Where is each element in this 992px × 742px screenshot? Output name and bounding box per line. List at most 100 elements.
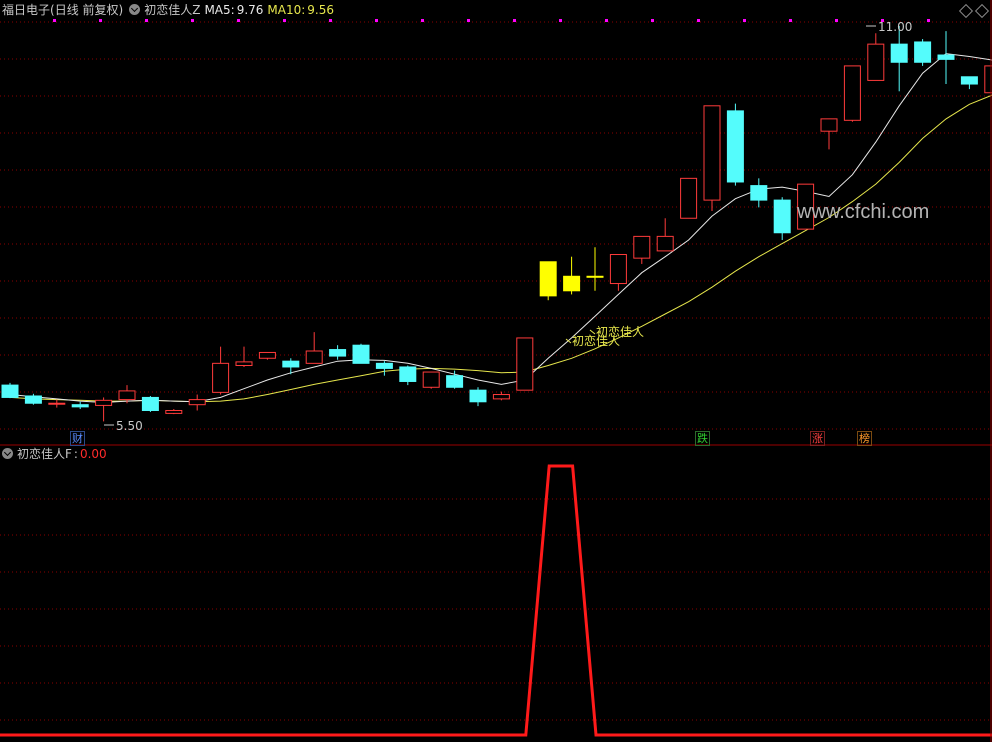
- chart-canvas: 11.00 5.50 初恋佳人 初恋佳人: [0, 0, 992, 742]
- ma5-label: MA5:: [204, 3, 235, 17]
- candle[interactable]: [258, 351, 276, 360]
- ma10-label: MA10:: [267, 3, 306, 17]
- candle-body: [375, 362, 393, 369]
- candle[interactable]: [399, 365, 417, 386]
- candle[interactable]: [960, 76, 978, 90]
- candle-body: [867, 43, 885, 81]
- flag-rank[interactable]: 榜: [857, 431, 872, 446]
- candle[interactable]: [703, 105, 721, 211]
- candle-body: [960, 76, 978, 85]
- candle-body: [773, 199, 791, 234]
- stock-title: 福日电子: [2, 3, 51, 17]
- candle-body: [890, 43, 908, 63]
- candle[interactable]: [633, 235, 651, 264]
- candle[interactable]: [914, 39, 932, 66]
- dot-marker: [789, 19, 792, 22]
- dot-marker: [651, 19, 654, 22]
- candle[interactable]: [71, 401, 89, 410]
- flag-financial[interactable]: 财: [70, 431, 85, 446]
- candle[interactable]: [656, 218, 674, 252]
- candle[interactable]: [352, 343, 370, 364]
- signal-label-2: 初恋佳人: [596, 324, 644, 339]
- candle-body: [422, 371, 440, 388]
- candle-body: [258, 351, 276, 359]
- candle[interactable]: [95, 397, 113, 422]
- candle[interactable]: [726, 103, 744, 186]
- dot-marker: [605, 19, 608, 22]
- candle[interactable]: [422, 371, 440, 389]
- candle-body: [282, 360, 300, 368]
- candle[interactable]: [750, 178, 768, 208]
- indicator-F-line: [0, 464, 992, 737]
- candle-body: [750, 185, 768, 201]
- ma10-value: 9.56: [307, 3, 334, 17]
- adjust-mode[interactable]: (日线 前复权): [50, 3, 123, 17]
- dot-marker: [375, 19, 378, 22]
- dot-marker: [743, 19, 746, 22]
- candle-body: [843, 65, 861, 121]
- candle[interactable]: [329, 345, 347, 360]
- flag-fall[interactable]: 跌: [695, 431, 710, 446]
- sub-indicator-separator: :: [73, 447, 78, 461]
- candle-body: [609, 254, 627, 285]
- watermark-text: www.cfchi.com: [797, 201, 930, 223]
- candle[interactable]: [165, 409, 183, 415]
- candle[interactable]: [890, 26, 908, 92]
- candle-body: [469, 389, 487, 403]
- candle-body: [1, 384, 19, 398]
- candle-body: [399, 366, 417, 382]
- sub-indicator-name[interactable]: 初恋佳人F: [17, 447, 72, 461]
- candle[interactable]: [24, 393, 42, 405]
- candle[interactable]: [1, 382, 19, 399]
- candle-body: [516, 337, 534, 391]
- candle[interactable]: [375, 361, 393, 376]
- main-panel-header: 福日电子(日线 前复权) 初恋佳人Z MA5: 9.76 MA10: 9.56: [0, 0, 338, 20]
- candle-body: [71, 404, 89, 408]
- candle[interactable]: [212, 346, 230, 395]
- dot-marker: [421, 19, 424, 22]
- candle[interactable]: [937, 31, 955, 85]
- candle-body: [352, 344, 370, 364]
- candle[interactable]: [609, 254, 627, 291]
- candle-body: [188, 399, 206, 406]
- candle[interactable]: [141, 395, 159, 412]
- dot-marker: [835, 19, 838, 22]
- dot-marker: [697, 19, 700, 22]
- candle[interactable]: [469, 387, 487, 407]
- candle[interactable]: [586, 247, 604, 291]
- candle[interactable]: [843, 65, 861, 122]
- candle[interactable]: [539, 261, 557, 301]
- candle-body: [633, 235, 651, 259]
- candle-body: [118, 390, 136, 401]
- candle[interactable]: [492, 391, 510, 401]
- candle-body: [492, 394, 510, 400]
- candle-body: [165, 409, 183, 414]
- candle[interactable]: [680, 177, 698, 219]
- candle[interactable]: [235, 346, 253, 367]
- flag-rise[interactable]: 涨: [810, 431, 825, 446]
- candle-body: [586, 275, 604, 278]
- indicator-name[interactable]: 初恋佳人Z: [144, 3, 200, 17]
- candle-body: [726, 110, 744, 183]
- candle[interactable]: [188, 394, 206, 411]
- candle[interactable]: [867, 33, 885, 81]
- candle-body: [329, 349, 347, 357]
- candle-body: [95, 399, 113, 406]
- sub-dropdown-circle-icon[interactable]: [2, 448, 13, 459]
- candle[interactable]: [820, 118, 838, 150]
- candle-body: [539, 261, 557, 297]
- candle[interactable]: [773, 197, 791, 241]
- dropdown-circle-icon[interactable]: [129, 4, 141, 15]
- dot-marker: [559, 19, 562, 22]
- candle-body: [680, 177, 698, 219]
- candle[interactable]: [516, 337, 534, 391]
- low-price-label: 5.50: [116, 419, 143, 433]
- candle[interactable]: [48, 399, 66, 408]
- candle-body: [235, 361, 253, 367]
- dot-marker: [927, 19, 930, 22]
- candle-body: [212, 362, 230, 393]
- candle[interactable]: [305, 332, 323, 364]
- candle[interactable]: [563, 256, 581, 295]
- ma5-value: 9.76: [236, 3, 264, 17]
- candle-body: [446, 375, 464, 388]
